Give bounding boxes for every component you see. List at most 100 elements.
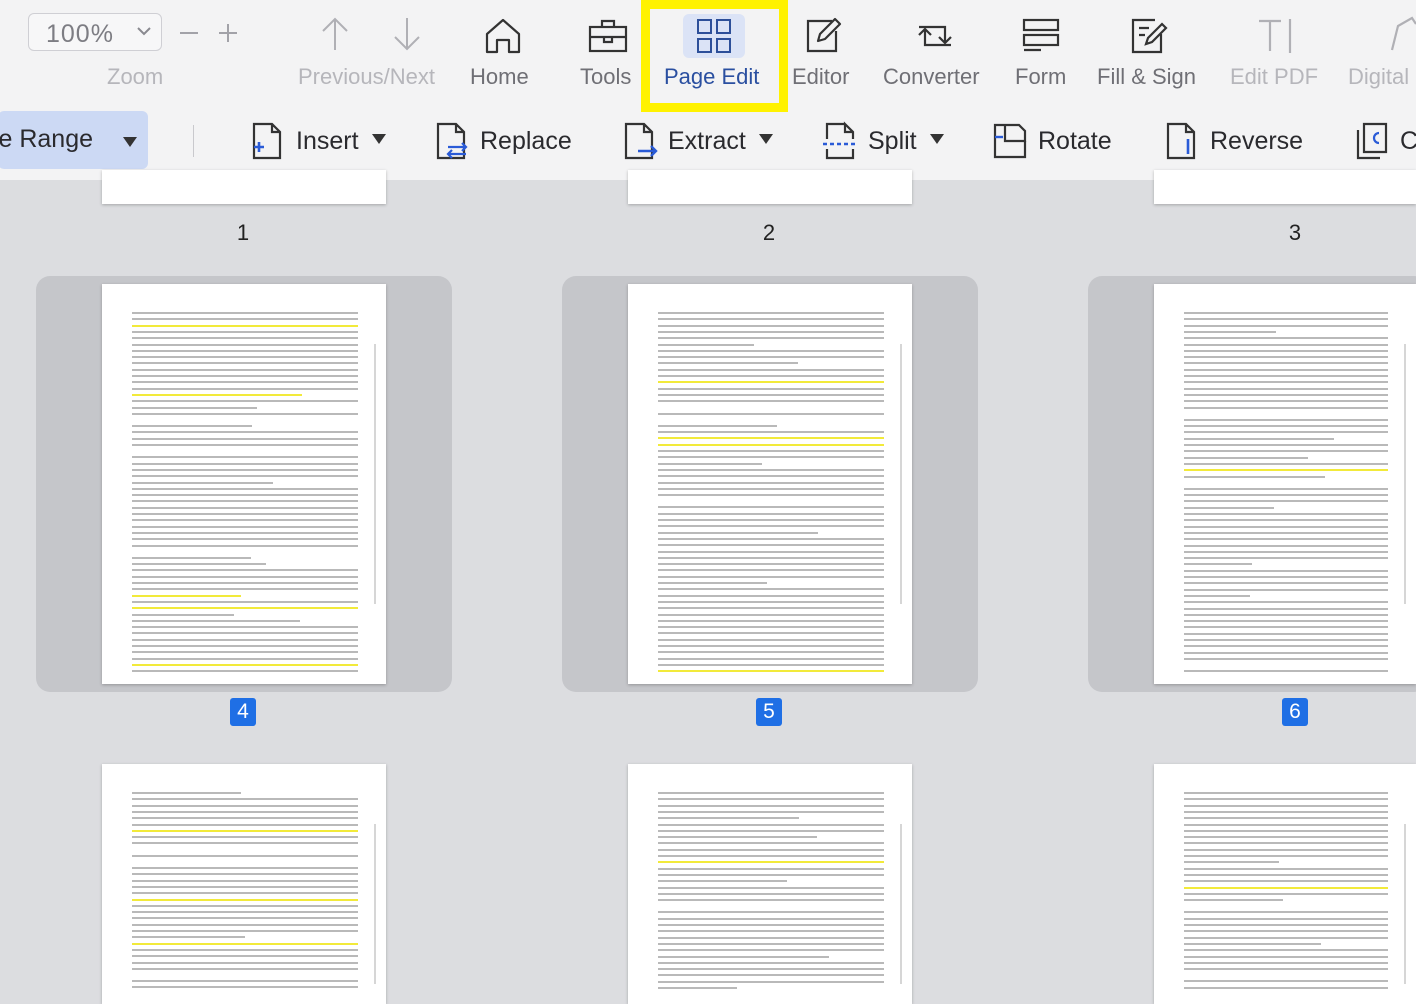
page-text-line [1184,375,1388,377]
replace-button[interactable]: Replace [432,113,572,169]
page-text-line [1184,911,1388,914]
page-text-line [132,475,358,478]
tool-fill-sign[interactable]: Fill & Sign [1097,0,1201,105]
page-thumbnail-6[interactable] [1154,284,1416,684]
page-text-line [132,817,358,820]
page-text-line [658,475,884,478]
page-text-line [132,670,358,673]
page-text-line [658,670,884,673]
tool-editor[interactable]: Editor [792,0,856,105]
page-thumbnail-1[interactable] [102,170,386,204]
page-text-line [132,942,358,945]
page-text-line [658,481,884,484]
zoom-in-icon[interactable] [217,22,239,49]
action-label: Replace [480,126,572,155]
page-edit-toolbar-row: Page Range Insert Replace Extract [0,105,1416,180]
page-text-line [658,330,884,333]
primary-toolbar-row: 100% Zoom Previous/Next Home Tools Page … [0,0,1416,112]
arrow-up-icon[interactable] [320,16,350,57]
page-text-line [1184,544,1388,547]
split-button[interactable]: Split [820,113,945,169]
page-text-line [1184,563,1253,566]
page-text-line [658,792,884,794]
page-text-line [658,911,884,914]
zoom-label: Zoom [107,64,164,89]
page-text-line [132,600,358,603]
page-text-line [658,343,754,346]
page-text-line [1184,792,1388,794]
page-text-line [1184,531,1388,534]
reverse-button[interactable]: Reverse [1162,113,1303,169]
page-text-line [658,588,884,591]
caret-down-icon [122,135,138,153]
insert-page-icon [248,119,288,163]
page-text-line [1184,980,1388,983]
page-text-line [658,955,829,958]
zoom-select[interactable]: 100% [28,13,162,51]
page-text-line [1184,387,1388,390]
page-number: 2 [762,220,776,245]
page-text-line [132,904,358,907]
page-thumbnail-3[interactable] [1154,170,1416,204]
page-text-line [658,356,884,359]
page-text-line [658,431,884,434]
extract-button[interactable]: Extract [620,113,774,169]
page-text-line [658,462,762,465]
tool-form[interactable]: Form [1013,0,1069,105]
page-text-line [132,569,358,572]
toolbox-icon [586,14,630,58]
page-thumbnail-4[interactable] [102,284,386,684]
page-text-line [1184,968,1388,971]
tool-tools[interactable]: Tools [578,0,638,105]
page-text-line [1184,936,1388,939]
page-text-line [658,829,884,832]
page-text-line [658,861,884,864]
page-text-line [1184,450,1388,453]
page-text-line [1184,961,1388,964]
page-thumbnail-8[interactable] [628,764,912,1004]
zoom-out-icon[interactable] [178,22,200,49]
caret-down-icon [371,132,387,150]
tool-label: Converter [883,64,980,89]
tool-digital[interactable]: Digital [1348,0,1416,105]
page-text-line [658,550,884,553]
page-range-label: Page Range [0,125,94,153]
page-text-line [658,324,884,327]
page-text-line [658,387,884,390]
page-text-line [658,575,884,578]
page-text-line [1184,506,1275,509]
copy-button[interactable]: C [1352,113,1416,169]
page-thumbnail-5[interactable] [628,284,912,684]
page-thumbnail-2[interactable] [628,170,912,204]
page-text-line [1184,817,1388,820]
page-thumbnail-7[interactable] [102,764,386,1004]
arrow-down-icon[interactable] [392,16,422,57]
page-text-line [658,450,884,452]
page-text-line [132,444,358,446]
tool-previous-next[interactable]: Previous/Next [298,0,442,105]
page-thumbnail-9[interactable] [1154,764,1416,1004]
tool-converter[interactable]: Converter [883,0,987,105]
page-number: 3 [1288,220,1302,245]
page-text-line [132,836,358,839]
page-text-line [132,337,358,340]
page-text-line [1184,356,1388,359]
tool-home[interactable]: Home [470,0,536,105]
rotate-button[interactable]: Rotate [990,113,1112,169]
tool-edit-pdf[interactable]: Edit PDF [1230,0,1322,105]
page-text-line [658,512,884,515]
page-text-line [132,867,358,869]
page-text-line [1184,848,1388,851]
page-text-line [1184,362,1388,365]
page-text-line [132,930,358,932]
page-text-line [132,468,358,471]
page-text-line [658,930,884,933]
caret-down-icon [758,132,774,150]
page-text-line [1184,425,1388,428]
page-text-line [132,356,358,359]
page-text-line [658,368,884,371]
page-text-line [132,400,358,403]
insert-button[interactable]: Insert [248,113,387,169]
edit-pencil-icon [802,14,846,58]
page-range-dropdown[interactable]: Page Range [0,111,148,169]
